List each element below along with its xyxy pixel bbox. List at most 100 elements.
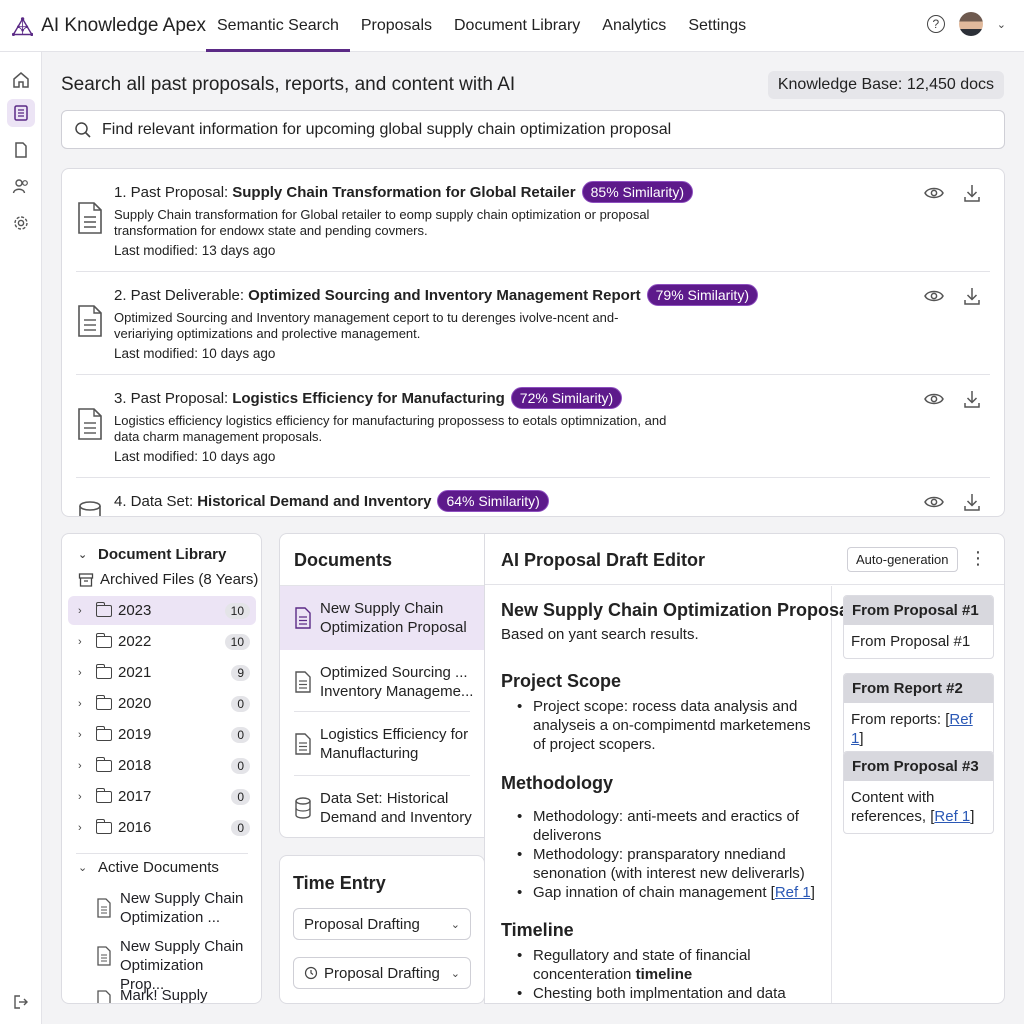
download-icon[interactable]: [962, 286, 982, 306]
result-title[interactable]: Logistics Efficiency for Manufacturing: [232, 390, 505, 407]
count-badge: 0: [231, 757, 250, 774]
eye-icon[interactable]: [924, 183, 944, 203]
active-documents-header[interactable]: ⌄ Active Documents: [78, 859, 261, 876]
result-item[interactable]: 2. Past Deliverable: Optimized Sourcing a…: [76, 272, 990, 375]
document-title: Optimization Proposal: [320, 619, 467, 636]
proposal-subtitle: Based on yant search results.: [501, 626, 699, 643]
reference-link[interactable]: Ref 1: [934, 808, 970, 825]
folder-icon: [95, 632, 112, 648]
document-icon: [97, 946, 111, 966]
auto-generation-button[interactable]: Auto-generation: [847, 547, 958, 572]
reference-card-title: From Proposal #1: [844, 596, 993, 625]
eye-icon[interactable]: [924, 389, 944, 409]
activity-select-with-clock[interactable]: Proposal Drafting ⌄: [293, 957, 471, 989]
logout-icon[interactable]: [7, 988, 35, 1016]
gear-icon[interactable]: [7, 209, 35, 237]
bullet-item: Methodology: anti-meets and eractics of …: [517, 807, 817, 845]
bullet-item: Project scope: rocess data analysis and …: [517, 697, 817, 754]
left-rail: [0, 52, 42, 1024]
download-icon[interactable]: [962, 389, 982, 409]
document-item[interactable]: Logistics Efficiency for Manuflacturing: [280, 712, 484, 776]
year-folder-2019[interactable]: › 2019 0: [68, 720, 256, 749]
library-header[interactable]: ⌄ Document Library: [78, 546, 261, 563]
database-icon: [79, 501, 101, 516]
result-prefix: 3. Past Proposal:: [114, 389, 229, 407]
activity-select[interactable]: Proposal Drafting ⌄: [293, 908, 471, 940]
reference-link[interactable]: Ref 1: [775, 884, 811, 901]
year-folder-2016[interactable]: › 2016 0: [68, 813, 256, 842]
year-folder-2017[interactable]: › 2017 0: [68, 782, 256, 811]
editor-content[interactable]: New Supply Chain Optimization Proposal B…: [485, 586, 854, 1003]
result-modified: Last modified: 10 days ago: [114, 346, 276, 361]
home-icon[interactable]: [7, 66, 35, 94]
active-doc-item[interactable]: Mark! Supply Chain: [96, 986, 250, 1004]
search-input[interactable]: [102, 120, 982, 139]
reference-card[interactable]: From Proposal #3 Content with references…: [843, 751, 994, 834]
count-badge: 9: [231, 664, 250, 681]
file-icon[interactable]: [7, 136, 35, 164]
year-folder-2022[interactable]: › 2022 10: [68, 627, 256, 656]
result-description: Supply Chain transformation for Global r…: [114, 207, 650, 238]
download-icon[interactable]: [962, 492, 982, 512]
year-folder-2021[interactable]: › 2021 9: [68, 658, 256, 687]
result-title[interactable]: Historical Demand and Inventory: [197, 493, 431, 510]
document-icon: [78, 202, 102, 234]
user-area: ? ⌄: [926, 12, 1006, 36]
chevron-down-icon[interactable]: ⌄: [997, 18, 1006, 31]
search-box[interactable]: [61, 110, 1005, 149]
document-title: Manuflacturing: [320, 745, 419, 762]
chevron-right-icon: ›: [78, 759, 82, 772]
year-folder-2018[interactable]: › 2018 0: [68, 751, 256, 780]
reference-card[interactable]: From Proposal #1 From Proposal #1: [843, 595, 994, 659]
nav-analytics[interactable]: Analytics: [591, 0, 677, 52]
editor-header: AI Proposal Draft Editor Auto-generation…: [485, 534, 1004, 585]
document-title: Inventory Manageme...: [320, 683, 474, 700]
reference-card[interactable]: From Report #2 From reports: [Ref 1]: [843, 673, 994, 756]
nav-proposals[interactable]: Proposals: [350, 0, 443, 52]
brand[interactable]: AI Knowledge Apex: [0, 12, 206, 40]
folder-icon: [95, 663, 112, 679]
document-item[interactable]: Data Set: Historical Demand and Inventory: [280, 776, 484, 837]
chevron-right-icon: ›: [78, 635, 82, 648]
folder-icon: [95, 601, 112, 617]
section-heading: Methodology: [501, 773, 613, 793]
users-icon[interactable]: [7, 172, 35, 200]
similarity-badge: 79% Similarity): [646, 284, 758, 306]
document-title: New Supply Chain: [320, 600, 444, 617]
archive-icon: [78, 572, 94, 587]
section-heading: Project Scope: [501, 671, 622, 691]
result-item[interactable]: 3. Past Proposal: Logistics Efficiency fo…: [76, 375, 990, 478]
bullet-text-bold: timeline: [635, 966, 693, 983]
year-label: 2021: [118, 664, 152, 681]
document-item[interactable]: New Supply Chain Optimization Proposal: [280, 586, 484, 650]
year-label: 2018: [118, 757, 152, 774]
active-doc-label: Mark! Supply Chain: [120, 987, 208, 1004]
nav-document-library[interactable]: Document Library: [443, 0, 591, 52]
result-item[interactable]: 1. Past Proposal: Supply Chain Transforma…: [76, 169, 990, 272]
download-icon[interactable]: [962, 183, 982, 203]
main-nav: Semantic Search Proposals Document Libra…: [206, 0, 757, 52]
year-folder-2023[interactable]: › 2023 10: [68, 596, 256, 625]
active-doc-item[interactable]: New Supply Chain Optimization ...: [96, 889, 250, 927]
similarity-badge: 72% Similarity): [510, 387, 623, 409]
year-folder-2020[interactable]: › 2020 0: [68, 689, 256, 718]
result-title[interactable]: Optimized Sourcing and Inventory Managem…: [248, 287, 641, 304]
top-navigation-bar: AI Knowledge Apex Semantic Search Propos…: [0, 0, 1024, 52]
nav-settings[interactable]: Settings: [677, 0, 757, 52]
avatar[interactable]: [958, 12, 983, 36]
search-icon: [75, 121, 91, 138]
result-title[interactable]: Supply Chain Transformation for Global R…: [232, 184, 575, 201]
nav-semantic-search[interactable]: Semantic Search: [206, 0, 350, 52]
active-documents-title: Active Documents: [98, 859, 219, 876]
folder-icon: [95, 694, 112, 710]
help-icon[interactable]: ?: [926, 15, 945, 33]
eye-icon[interactable]: [924, 286, 944, 306]
document-list-icon[interactable]: [7, 99, 35, 127]
eye-icon[interactable]: [924, 492, 944, 512]
archived-files[interactable]: Archived Files (8 Years): [78, 571, 261, 588]
result-item[interactable]: 4. Data Set: Historical Demand and Invent…: [76, 478, 990, 516]
search-title: Search all past proposals, reports, and …: [61, 74, 516, 95]
more-options-icon[interactable]: ⋮: [969, 548, 987, 569]
similarity-badge: 64% Similarity): [437, 490, 549, 512]
document-item[interactable]: Optimized Sourcing ... Inventory Manageme…: [280, 650, 484, 714]
